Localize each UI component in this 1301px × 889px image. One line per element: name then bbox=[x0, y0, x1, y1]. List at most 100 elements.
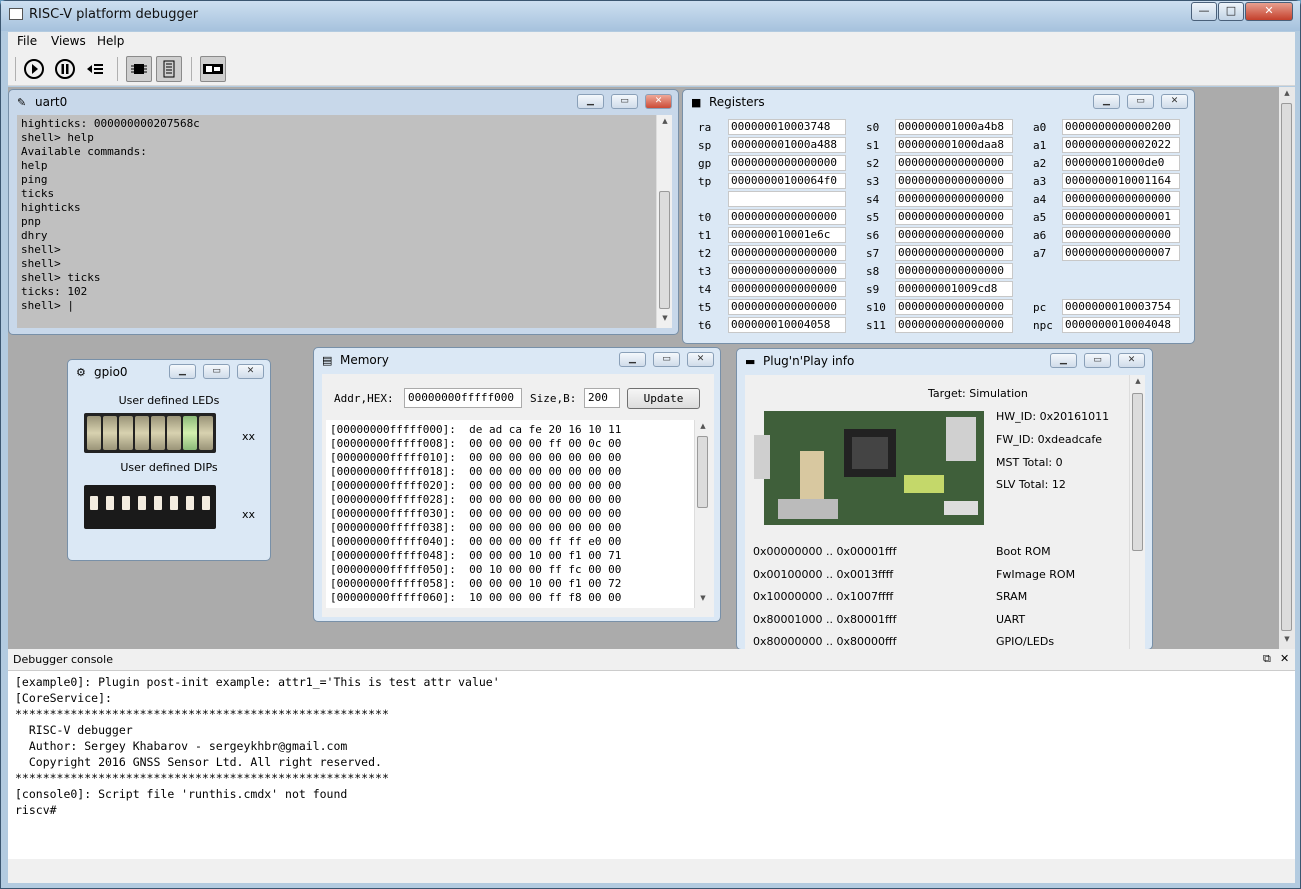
scroll-up-icon[interactable]: ▲ bbox=[1279, 89, 1295, 97]
register-value-s4[interactable]: 0000000000000000 bbox=[895, 191, 1013, 207]
register-value-tp[interactable]: 00000000100064f0 bbox=[728, 173, 846, 189]
register-value-t5[interactable]: 0000000000000000 bbox=[728, 299, 846, 315]
dip-switch-0[interactable] bbox=[87, 488, 101, 526]
memory-scrollbar[interactable]: ▲ ▼ bbox=[694, 420, 710, 608]
memory-button[interactable] bbox=[156, 56, 182, 82]
register-value-s3[interactable]: 0000000000000000 bbox=[895, 173, 1013, 189]
mdi-scrollbar[interactable]: ▲ ▼ bbox=[1279, 87, 1295, 649]
halt-button[interactable] bbox=[52, 56, 78, 82]
register-value-t4[interactable]: 0000000000000000 bbox=[728, 281, 846, 297]
scroll-thumb[interactable] bbox=[1281, 103, 1292, 631]
maximize-button[interactable]: □ bbox=[1218, 2, 1244, 21]
register-value-t0[interactable]: 0000000000000000 bbox=[728, 209, 846, 225]
pnp-close-button[interactable]: ✕ bbox=[1118, 353, 1145, 368]
dip-switch-5[interactable] bbox=[167, 488, 181, 526]
register-value-a4[interactable]: 0000000000000000 bbox=[1062, 191, 1180, 207]
uart-restore-button[interactable]: ▭ bbox=[611, 94, 638, 109]
register-value-sp[interactable]: 000000001000a488 bbox=[728, 137, 846, 153]
register-value-t2[interactable]: 0000000000000000 bbox=[728, 245, 846, 261]
memory-window: ▤ Memory ▁ ▭ ✕ Addr,HEX: 00000000fffff00… bbox=[313, 347, 721, 622]
register-value-s6[interactable]: 0000000000000000 bbox=[895, 227, 1013, 243]
register-value-a1[interactable]: 0000000000002022 bbox=[1062, 137, 1180, 153]
register-value-a3[interactable]: 0000000010001164 bbox=[1062, 173, 1180, 189]
registers-restore-button[interactable]: ▭ bbox=[1127, 94, 1154, 109]
register-value-npc[interactable]: 0000000010004048 bbox=[1062, 317, 1180, 333]
pnp-restore-button[interactable]: ▭ bbox=[1084, 353, 1111, 368]
scroll-thumb[interactable] bbox=[697, 436, 708, 508]
scroll-down-icon[interactable]: ▼ bbox=[695, 594, 711, 602]
register-value-blank[interactable] bbox=[728, 191, 846, 207]
scroll-down-icon[interactable]: ▼ bbox=[1279, 635, 1295, 643]
scroll-up-icon[interactable]: ▲ bbox=[695, 422, 711, 430]
dips-value: xx bbox=[242, 508, 256, 521]
uart-close-button[interactable]: ✕ bbox=[645, 94, 672, 109]
register-value-a6[interactable]: 0000000000000000 bbox=[1062, 227, 1180, 243]
uart-title: uart0 bbox=[35, 95, 68, 109]
dip-switch-4[interactable] bbox=[151, 488, 165, 526]
memory-restore-button[interactable]: ▭ bbox=[653, 352, 680, 367]
close-button[interactable]: ✕ bbox=[1245, 2, 1293, 21]
uart-scrollbar[interactable]: ▲ ▼ bbox=[656, 115, 672, 328]
register-value-t1[interactable]: 000000010001e6c bbox=[728, 227, 846, 243]
gpio-close-button[interactable]: ✕ bbox=[237, 364, 264, 379]
register-value-s1[interactable]: 000000001000daa8 bbox=[895, 137, 1013, 153]
gpio-restore-button[interactable]: ▭ bbox=[203, 364, 230, 379]
scroll-down-icon[interactable]: ▼ bbox=[657, 314, 673, 322]
dip-switch-2[interactable] bbox=[119, 488, 133, 526]
register-value-s7[interactable]: 0000000000000000 bbox=[895, 245, 1013, 261]
registers-close-button[interactable]: ✕ bbox=[1161, 94, 1188, 109]
scroll-up-icon[interactable]: ▲ bbox=[1130, 377, 1146, 385]
run-button[interactable] bbox=[21, 56, 47, 82]
memory-dump[interactable]: [00000000fffff000]: de ad ca fe 20 16 10… bbox=[326, 420, 694, 608]
register-value-t3[interactable]: 0000000000000000 bbox=[728, 263, 846, 279]
menu-help[interactable]: Help bbox=[97, 34, 124, 48]
memory-minimize-button[interactable]: ▁ bbox=[619, 352, 646, 367]
menu-file[interactable]: File bbox=[17, 34, 37, 48]
register-name-t2: t2 bbox=[698, 247, 712, 260]
register-value-t6[interactable]: 000000010004058 bbox=[728, 317, 846, 333]
memory-close-button[interactable]: ✕ bbox=[687, 352, 714, 367]
scroll-thumb[interactable] bbox=[1132, 393, 1143, 551]
cpu-button[interactable] bbox=[126, 56, 152, 82]
gpio-minimize-button[interactable]: ▁ bbox=[169, 364, 196, 379]
register-value-a5[interactable]: 0000000000000001 bbox=[1062, 209, 1180, 225]
dip-switch-3[interactable] bbox=[135, 488, 149, 526]
pnp-scrollbar[interactable]: ▲ bbox=[1129, 375, 1145, 651]
register-value-s0[interactable]: 000000001000a4b8 bbox=[895, 119, 1013, 135]
console-close-button[interactable]: ✕ bbox=[1280, 652, 1289, 665]
register-value-a7[interactable]: 0000000000000007 bbox=[1062, 245, 1180, 261]
gpio-title: gpio0 bbox=[94, 365, 128, 379]
register-value-s10[interactable]: 0000000000000000 bbox=[895, 299, 1013, 315]
dip-switch-1[interactable] bbox=[103, 488, 117, 526]
step-button[interactable] bbox=[82, 56, 108, 82]
register-value-s8[interactable]: 0000000000000000 bbox=[895, 263, 1013, 279]
register-value-pc[interactable]: 0000000010003754 bbox=[1062, 299, 1180, 315]
console-float-button[interactable]: ⧉ bbox=[1263, 652, 1271, 666]
registers-minimize-button[interactable]: ▁ bbox=[1093, 94, 1120, 109]
main-window: RISC-V platform debugger — □ ✕ File View… bbox=[0, 0, 1301, 889]
register-value-s2[interactable]: 0000000000000000 bbox=[895, 155, 1013, 171]
dip-switches[interactable] bbox=[84, 485, 216, 529]
uart-terminal[interactable]: highticks: 000000000207568c shell> help … bbox=[17, 115, 664, 328]
register-value-s5[interactable]: 0000000000000000 bbox=[895, 209, 1013, 225]
menu-views[interactable]: Views bbox=[51, 34, 86, 48]
board-button[interactable] bbox=[200, 56, 226, 82]
register-value-a0[interactable]: 0000000000000200 bbox=[1062, 119, 1180, 135]
scroll-up-icon[interactable]: ▲ bbox=[657, 117, 673, 125]
console-output[interactable]: [example0]: Plugin post-init example: at… bbox=[8, 670, 1295, 859]
update-button[interactable]: Update bbox=[627, 388, 700, 409]
register-value-ra[interactable]: 000000010003748 bbox=[728, 119, 846, 135]
register-value-gp[interactable]: 0000000000000000 bbox=[728, 155, 846, 171]
scroll-thumb[interactable] bbox=[659, 191, 670, 309]
size-input[interactable]: 200 bbox=[584, 388, 620, 408]
addr-input[interactable]: 00000000fffff000 bbox=[404, 388, 522, 408]
uart-minimize-button[interactable]: ▁ bbox=[577, 94, 604, 109]
register-value-a2[interactable]: 000000010000de0 bbox=[1062, 155, 1180, 171]
register-value-s11[interactable]: 0000000000000000 bbox=[895, 317, 1013, 333]
register-name-ra: ra bbox=[698, 121, 712, 134]
dip-switch-7[interactable] bbox=[199, 488, 213, 526]
pnp-minimize-button[interactable]: ▁ bbox=[1050, 353, 1077, 368]
dip-switch-6[interactable] bbox=[183, 488, 197, 526]
minimize-button[interactable]: — bbox=[1191, 2, 1217, 21]
register-value-s9[interactable]: 000000001009cd8 bbox=[895, 281, 1013, 297]
